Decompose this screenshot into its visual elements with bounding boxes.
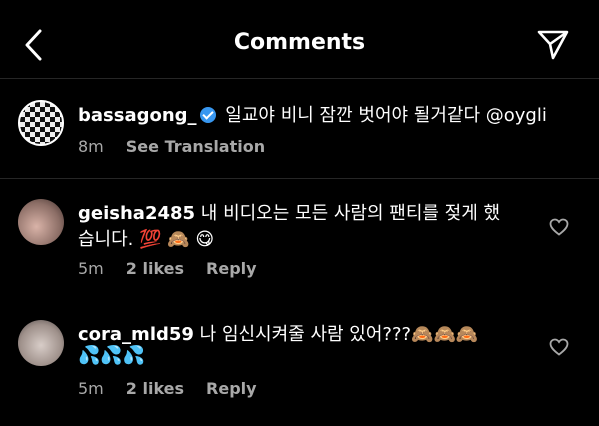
page-title: Comments [233, 30, 366, 55]
comment-text: 나 임신시켜줄 사람 있어??? [199, 324, 412, 345]
caption-meta: 8m See Translation [78, 137, 287, 156]
header-bar: Comments [0, 0, 599, 79]
comment-meta: 5m 2 likes Reply [78, 379, 279, 398]
comment-emojis: 🙈🙈🙈 [411, 324, 479, 345]
comment-username[interactable]: cora_mld59 [78, 324, 194, 345]
comment-emojis-continued: 💦💦💦 [78, 345, 146, 366]
reply-button[interactable]: Reply [206, 379, 257, 398]
caption-username[interactable]: bassagong_ [78, 105, 197, 126]
caption-text-line: bassagong_ 일교야 비니 잠깐 벗어야 될거같다 @oygli [78, 101, 547, 127]
avatar[interactable] [18, 320, 64, 366]
comment-text: 내 비디오는 모든 사람의 팬티를 젖게 했 [200, 203, 501, 224]
likes-count[interactable]: 2 likes [126, 379, 184, 398]
comment-meta: 5m 2 likes Reply [78, 259, 279, 278]
comment-text-continued: 습니다. [78, 229, 134, 250]
caption-text: 일교야 비니 잠깐 벗어야 될거같다 @oygli [225, 105, 547, 126]
caption: bassagong_ 일교야 비니 잠깐 벗어야 될거같다 @oygli 8m S… [0, 79, 599, 179]
send-icon[interactable] [536, 29, 570, 61]
likes-count[interactable]: 2 likes [126, 259, 184, 278]
avatar[interactable] [18, 100, 64, 146]
comment-time: 5m [78, 259, 104, 278]
avatar[interactable] [18, 199, 64, 245]
reply-button[interactable]: Reply [206, 259, 257, 278]
comment-time: 5m [78, 379, 104, 398]
comment-username[interactable]: geisha2485 [78, 203, 195, 224]
verified-badge-icon [199, 107, 216, 123]
see-translation-link[interactable]: See Translation [126, 137, 265, 156]
comment-text-line: cora_mld59 나 임신시켜줄 사람 있어???🙈🙈🙈 [78, 320, 478, 346]
comment-text-line: geisha2485 내 비디오는 모든 사람의 팬티를 젖게 했 [78, 199, 500, 225]
caption-time: 8m [78, 137, 104, 156]
comment-text-line-2: 습니다. 💯 🙈 😋 [78, 225, 214, 251]
heart-icon[interactable] [549, 218, 569, 236]
comment-text-line-2: 💦💦💦 [78, 345, 145, 366]
heart-icon[interactable] [549, 338, 569, 356]
comment-emojis: 💯 🙈 😋 [139, 229, 215, 250]
